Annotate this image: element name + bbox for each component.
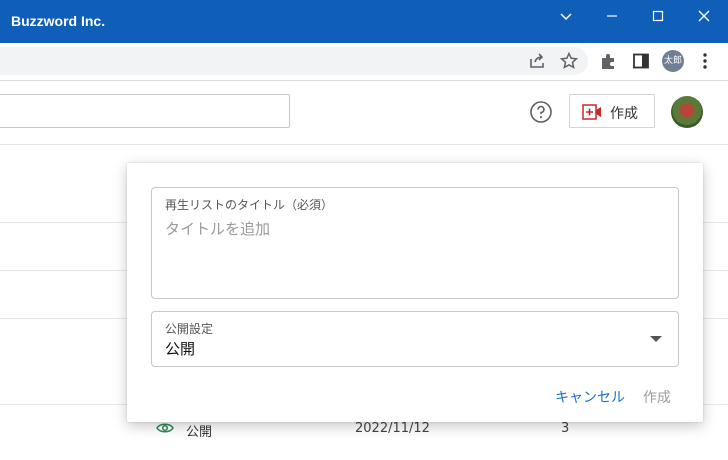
extensions-icon xyxy=(602,54,614,69)
side-panel-button[interactable] xyxy=(629,49,653,73)
help-circle-icon xyxy=(530,101,552,123)
playlist-title-placeholder: タイトルを追加 xyxy=(165,220,271,238)
row-count: 3 xyxy=(561,421,570,436)
chevron-down-icon xyxy=(560,13,572,21)
address-bar[interactable] xyxy=(0,47,588,75)
cancel-button[interactable]: キャンセル xyxy=(555,387,625,407)
more-vert-icon xyxy=(703,53,707,69)
create-playlist-button[interactable]: 作成 xyxy=(643,387,671,407)
bookmark-button[interactable] xyxy=(557,49,581,73)
playlist-title-field[interactable]: 再生リストのタイトル（必須） タイトルを追加 xyxy=(151,187,679,299)
help-button[interactable] xyxy=(529,100,553,124)
new-playlist-dialog: 再生リストのタイトル（必須） タイトルを追加 公開設定 公開 キャンセル 作成 xyxy=(127,163,703,422)
extensions-button[interactable] xyxy=(597,49,621,73)
browser-menu-button[interactable] xyxy=(693,49,717,73)
create-button-label: 作成 xyxy=(610,106,638,122)
maximize-button[interactable] xyxy=(635,0,681,32)
minimize-button[interactable] xyxy=(589,0,635,32)
star-icon xyxy=(559,51,579,69)
row-date: 2022/11/12 xyxy=(355,421,430,436)
visibility-label: 公開設定 xyxy=(165,322,214,336)
app-header: 作成 xyxy=(0,81,728,144)
row-visibility: 公開 xyxy=(186,425,213,440)
maximize-icon xyxy=(652,10,664,22)
side-panel-icon xyxy=(633,53,649,69)
create-video-icon xyxy=(582,104,601,120)
window-titlebar: Buzzword Inc. xyxy=(0,0,728,43)
visibility-select[interactable]: 公開設定 公開 xyxy=(151,311,679,367)
dropdown-arrow-icon xyxy=(650,336,662,342)
close-button[interactable] xyxy=(681,0,727,32)
tab-search-button[interactable] xyxy=(543,0,589,32)
share-button[interactable] xyxy=(525,49,549,73)
channel-avatar[interactable] xyxy=(671,96,703,128)
close-icon xyxy=(698,10,710,22)
profile-avatar[interactable]: 太郎 xyxy=(662,50,684,72)
share-icon xyxy=(530,53,544,68)
eye-icon xyxy=(156,423,174,433)
search-input[interactable] xyxy=(0,94,290,128)
visibility-value: 公開 xyxy=(165,340,196,358)
minimize-icon xyxy=(607,15,617,17)
header-divider xyxy=(0,144,728,145)
window-title: Buzzword Inc. xyxy=(11,13,106,29)
create-button[interactable]: 作成 xyxy=(569,94,655,128)
browser-toolbar xyxy=(0,43,728,81)
playlist-title-label: 再生リストのタイトル（必須） xyxy=(165,198,334,212)
